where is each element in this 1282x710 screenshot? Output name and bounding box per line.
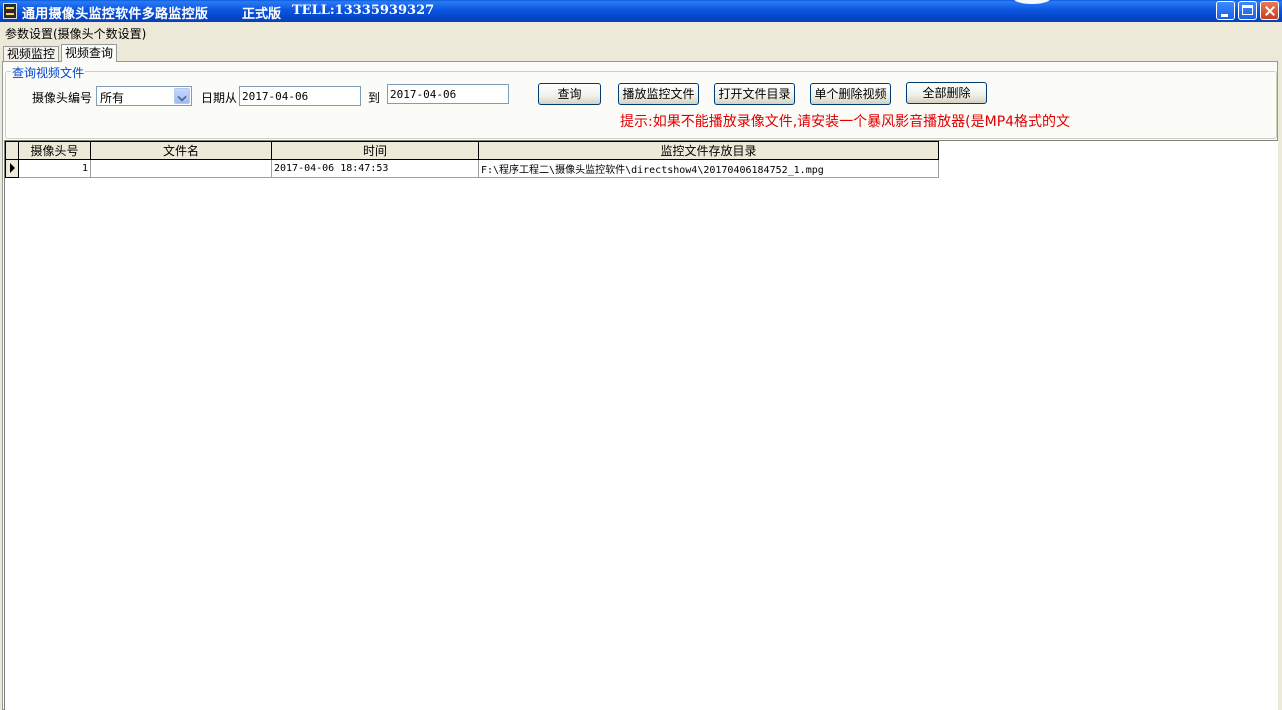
column-header[interactable]: 时间 xyxy=(271,141,479,160)
window-title: 通用摄像头监控软件多路监控版 xyxy=(22,7,209,22)
tab-video-monitor[interactable]: 视频监控 xyxy=(3,46,60,62)
table-row[interactable]: 1 2017-04-06 18:47:53 F:\程序工程二\摄像头监控软件\d… xyxy=(5,159,939,178)
menu-item-settings[interactable]: 参数设置(摄像头个数设置) xyxy=(5,25,146,42)
header-indicator xyxy=(5,141,19,160)
date-from-value: 2017-04-06 xyxy=(242,90,309,103)
title-decoration xyxy=(1014,0,1050,4)
row-pointer-icon xyxy=(10,163,15,173)
open-directory-button[interactable]: 打开文件目录 xyxy=(714,83,795,105)
column-header[interactable]: 文件名 xyxy=(90,141,272,160)
group-title: 查询视频文件 xyxy=(11,64,86,81)
date-from-label: 日期从 xyxy=(201,91,238,105)
tab-video-query[interactable]: 视频查询 xyxy=(61,44,118,62)
search-button[interactable]: 查询 xyxy=(538,83,601,105)
play-file-button[interactable]: 播放监控文件 xyxy=(618,83,699,105)
hint-text: 提示:如果不能播放录像文件,请安装一个暴风影音播放器(是MP4格式的文 xyxy=(620,114,1071,130)
cell-path[interactable]: F:\程序工程二\摄像头监控软件\directshow4\20170406184… xyxy=(478,159,939,178)
row-selector[interactable] xyxy=(5,159,19,178)
camera-select-value: 所有 xyxy=(100,91,125,105)
camera-label: 摄像头编号 xyxy=(32,91,93,105)
cell-time[interactable]: 2017-04-06 18:47:53 xyxy=(271,159,479,178)
date-to-label: 到 xyxy=(368,91,381,105)
film-icon[interactable] xyxy=(3,3,17,19)
window-edition: 正式版 xyxy=(242,7,282,22)
camera-select[interactable]: 所有 xyxy=(96,86,192,106)
date-to-field[interactable]: 2017-04-06 xyxy=(387,84,509,104)
window-tel: TELL:13335939327 xyxy=(292,3,435,18)
cell-camera[interactable]: 1 xyxy=(18,159,91,178)
delete-all-button[interactable]: 全部删除 xyxy=(906,82,987,104)
date-from-field[interactable]: 2017-04-06 xyxy=(239,86,361,106)
grid-header: 摄像头号 文件名 时间 监控文件存放目录 xyxy=(5,141,939,160)
file-grid: 摄像头号 文件名 时间 监控文件存放目录 1 2017-04-06 18:47:… xyxy=(5,141,939,178)
date-to-value: 2017-04-06 xyxy=(390,88,457,101)
grid-area xyxy=(4,140,1278,710)
menu-bar: 参数设置(摄像头个数设置) xyxy=(0,22,1282,42)
title-bar: 通用摄像头监控软件多路监控版 正式版 TELL:13335939327 xyxy=(0,0,1282,22)
cell-filename[interactable] xyxy=(90,159,272,178)
column-header[interactable]: 监控文件存放目录 xyxy=(478,141,939,160)
maximize-button[interactable] xyxy=(1238,1,1257,20)
chevron-down-icon[interactable] xyxy=(174,88,190,104)
column-header[interactable]: 摄像头号 xyxy=(18,141,91,160)
delete-one-button[interactable]: 单个删除视频 xyxy=(810,83,891,105)
close-button[interactable] xyxy=(1260,1,1279,20)
minimize-button[interactable] xyxy=(1216,1,1235,20)
